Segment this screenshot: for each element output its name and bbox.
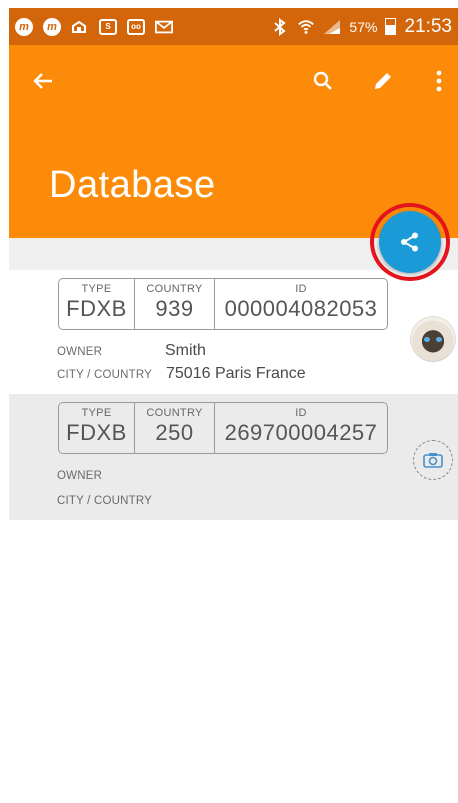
bluetooth-icon: [271, 17, 289, 36]
chip-id-cell: ID 269700004257: [214, 403, 387, 453]
search-icon[interactable]: [307, 65, 339, 97]
share-icon: [401, 232, 418, 252]
pet-photo-avatar[interactable]: [410, 316, 456, 362]
type-value: FDXB: [66, 296, 127, 321]
id-label: ID: [295, 283, 307, 295]
id-label: ID: [295, 407, 307, 419]
type-value: FDXB: [66, 420, 127, 445]
country-label: COUNTRY: [146, 407, 203, 419]
mail-icon: [155, 18, 173, 36]
back-arrow-icon[interactable]: [27, 65, 59, 97]
country-value: 939: [155, 296, 194, 321]
chip-type-cell: TYPE FDXB: [59, 279, 134, 329]
clock: 21:53: [404, 15, 452, 37]
id-value: 000004082053: [224, 296, 378, 321]
signal-icon: [323, 18, 341, 36]
type-label: TYPE: [81, 407, 112, 419]
wifi-icon: [297, 18, 315, 36]
type-label: TYPE: [81, 283, 112, 295]
notification-app-icon: m: [15, 17, 33, 36]
avatar-eye: [424, 337, 430, 342]
city-country-value: 75016 Paris France: [166, 365, 306, 382]
list-item[interactable]: TYPE FDXB COUNTRY 250 ID 269700004257 OW…: [9, 394, 458, 520]
voicemail-icon: oo: [127, 18, 145, 35]
more-vert-icon[interactable]: [423, 65, 455, 97]
city-country-label: CITY / COUNTRY: [57, 495, 153, 507]
notification-app-icon: m: [43, 17, 61, 36]
list-item[interactable]: TYPE FDXB COUNTRY 939 ID 000004082053 OW…: [9, 270, 458, 394]
chip-country-cell: COUNTRY 939: [134, 279, 214, 329]
page-title: Database: [49, 164, 216, 206]
app-screen: m m S oo 57% 21:53 Database TYPE FDXB CO…: [9, 8, 458, 803]
share-button[interactable]: [379, 211, 441, 273]
chip-info: TYPE FDXB COUNTRY 939 ID 000004082053: [58, 278, 388, 330]
city-country-label: CITY / COUNTRY: [57, 369, 153, 381]
country-label: COUNTRY: [146, 283, 203, 295]
add-photo-camera-icon[interactable]: [413, 440, 453, 480]
edit-pencil-icon[interactable]: [367, 65, 399, 97]
country-value: 250: [155, 420, 194, 445]
owner-label: OWNER: [57, 470, 103, 482]
chip-country-cell: COUNTRY 250: [134, 403, 214, 453]
owner-value: Smith: [165, 342, 206, 359]
battery-icon: [385, 18, 397, 35]
highlight-ring: [370, 203, 450, 281]
battery-percent: 57%: [349, 18, 378, 35]
status-bar: m m S oo 57% 21:53: [9, 8, 458, 45]
hotspot-icon: [71, 18, 89, 36]
id-value: 269700004257: [224, 420, 378, 445]
notification-icon: S: [99, 18, 117, 35]
avatar-eye: [436, 337, 442, 342]
chip-id-cell: ID 000004082053: [214, 279, 387, 329]
owner-label: OWNER: [57, 346, 103, 358]
chip-type-cell: TYPE FDXB: [59, 403, 134, 453]
chip-info: TYPE FDXB COUNTRY 250 ID 269700004257: [58, 402, 388, 454]
